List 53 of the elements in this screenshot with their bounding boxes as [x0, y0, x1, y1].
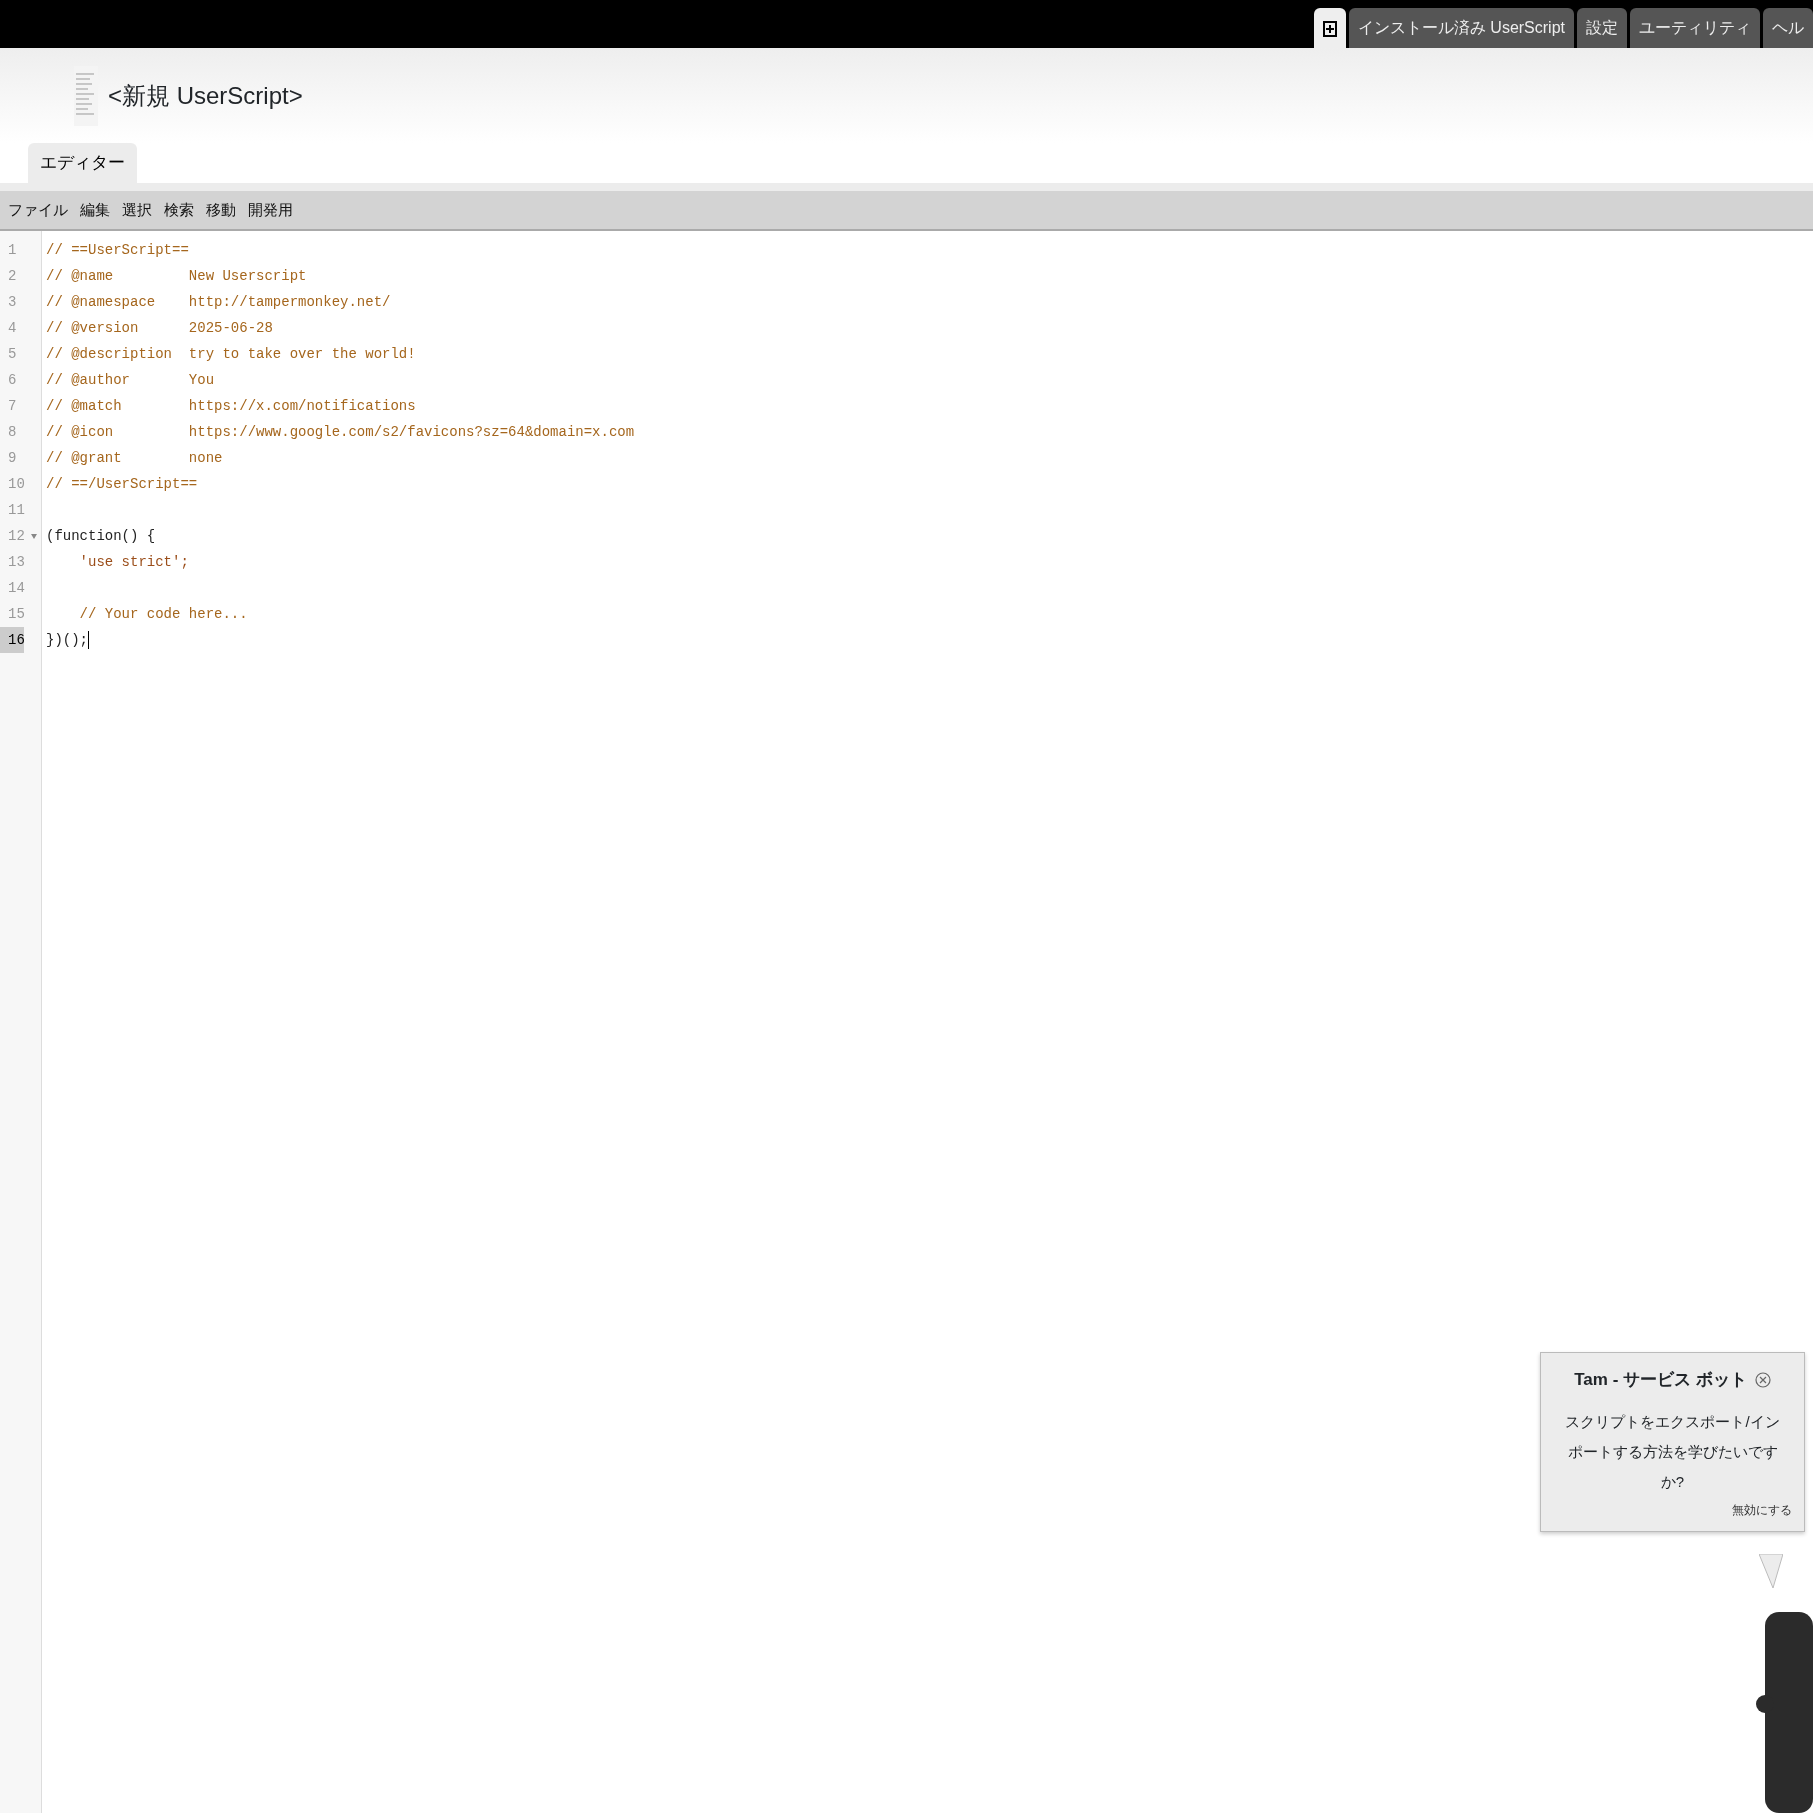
popup-title: Tam - サービス ボット	[1574, 1369, 1747, 1391]
plus-box-icon	[1322, 20, 1337, 37]
line-number: 4	[8, 318, 17, 338]
nav-tab[interactable]: 設定	[1577, 8, 1627, 48]
line-number: 6	[8, 370, 17, 390]
menu-item[interactable]: 検索	[164, 198, 194, 222]
code-comment: // @match https://x.com/notifications	[46, 396, 416, 416]
line-number: 12	[8, 526, 25, 546]
menu-item[interactable]: 開発用	[248, 198, 293, 222]
code-comment: // ==UserScript==	[46, 240, 189, 260]
menu-item[interactable]: ファイル	[8, 198, 68, 222]
code-comment: // Your code here...	[78, 604, 248, 624]
line-number: 11	[8, 500, 25, 520]
line-number: 13	[8, 552, 25, 572]
popup-message-line: ポートする方法を学びたいです	[1566, 1441, 1779, 1462]
line-number: 14	[8, 578, 25, 598]
code-comment: // @name New Userscript	[46, 266, 307, 286]
code-comment: // @grant none	[46, 448, 223, 468]
line-number: 7	[8, 396, 17, 416]
line-number: 2	[8, 266, 17, 286]
nav-tab[interactable]: インストール済み UserScript	[1348, 8, 1574, 48]
line-number: 9	[8, 448, 17, 468]
close-icon[interactable]	[1754, 1371, 1771, 1388]
line-number: 16	[8, 630, 25, 650]
popup-tail-icon	[1759, 1554, 1783, 1588]
popup-message-line: スクリプトをエクスポート/イン	[1564, 1411, 1781, 1432]
code-string: 'use strict';	[78, 552, 189, 572]
dismiss-link[interactable]: 無効にする	[1732, 1500, 1792, 1519]
menu-item[interactable]: 移動	[206, 198, 236, 222]
code-comment: // @description try to take over the world!	[46, 344, 416, 364]
new-script-tab[interactable]	[1313, 8, 1346, 48]
nav-tab[interactable]: ヘル	[1763, 8, 1813, 48]
code-comment: // @namespace http://tampermonkey.net/	[46, 292, 391, 312]
editor-tab[interactable]: エディター	[28, 143, 137, 183]
code-comment: // @author You	[46, 370, 215, 390]
menu-item[interactable]: 選択	[122, 198, 152, 222]
line-number: 10	[8, 474, 25, 494]
line-number: 15	[8, 604, 25, 624]
menu-item[interactable]: 編集	[80, 198, 110, 222]
line-number: 5	[8, 344, 17, 364]
line-number: 8	[8, 422, 17, 442]
code-text: (function() {	[46, 526, 156, 546]
fold-icon[interactable]	[31, 533, 37, 539]
line-number: 3	[8, 292, 17, 312]
code-comment: // @version 2025-06-28	[46, 318, 273, 338]
nav-tab[interactable]: ユーティリティ	[1630, 8, 1760, 48]
script-title: <新規 UserScript>	[108, 80, 303, 111]
line-number: 1	[8, 240, 17, 260]
code-comment: // ==/UserScript==	[46, 474, 198, 494]
text-cursor	[88, 631, 89, 649]
code-comment: // @icon https://www.google.com/s2/favicons?sz=64&domain=x.com	[46, 422, 635, 442]
code-text: })();	[46, 630, 88, 650]
popup-message-line: か?	[1659, 1471, 1686, 1492]
